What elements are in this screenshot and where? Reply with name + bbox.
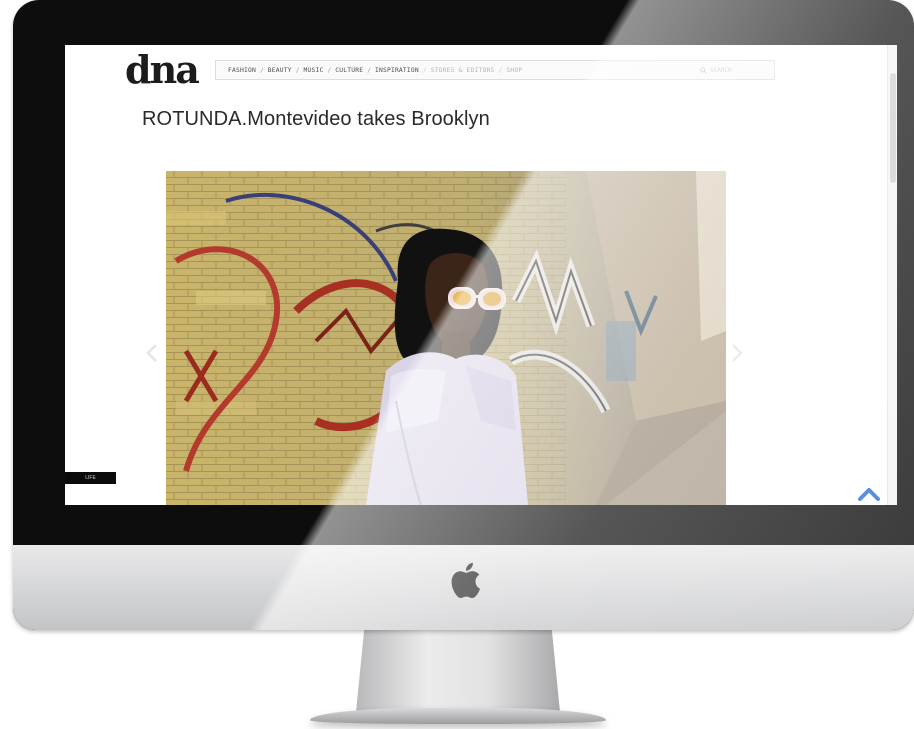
nav-item-inspiration[interactable]: INSPIRATION [375, 67, 419, 74]
chevron-right-icon[interactable] [730, 343, 744, 363]
monitor-stand-neck [356, 630, 560, 712]
chevron-up-icon [858, 488, 880, 501]
nav-separator: / [295, 66, 300, 74]
main-navigation: FASHION / BEAUTY / MUSIC / CULTURE / INS… [215, 60, 775, 80]
nav-item-fashion[interactable]: FASHION [228, 67, 256, 74]
imac-monitor: dna FASHION / BEAUTY / MUSIC / CULTURE /… [13, 0, 914, 630]
nav-separator: / [259, 66, 264, 74]
search-icon [700, 66, 707, 74]
nav-separator: / [498, 66, 503, 74]
back-to-top-button[interactable] [857, 485, 881, 503]
nav-item-culture[interactable]: CULTURE [335, 67, 363, 74]
side-tab[interactable]: LIFE [65, 472, 116, 484]
search-placeholder: SEARCH [710, 66, 732, 74]
nav-item-music[interactable]: MUSIC [303, 67, 323, 74]
nav-item-beauty[interactable]: BEAUTY [268, 67, 292, 74]
scrollbar-thumb[interactable] [890, 73, 896, 183]
photo-woman-graffiti-wall [166, 171, 726, 505]
search-field[interactable]: SEARCH [700, 64, 770, 76]
apple-logo-icon [451, 562, 480, 599]
monitor-stand-base [310, 708, 606, 724]
site-logo[interactable]: dna [125, 48, 200, 92]
gallery-image[interactable] [166, 171, 726, 505]
nav-separator: / [367, 66, 371, 74]
nav-item-stores-editors[interactable]: STORES & EDITORS [431, 67, 495, 74]
article-title: ROTUNDA.Montevideo takes Brooklyn [142, 108, 490, 130]
browser-viewport: dna FASHION / BEAUTY / MUSIC / CULTURE /… [65, 45, 897, 505]
nav-separator: / [422, 66, 427, 74]
nav-separator: / [327, 66, 332, 74]
chevron-left-icon[interactable] [145, 343, 159, 363]
vertical-scrollbar[interactable] [887, 45, 897, 505]
nav-item-shop[interactable]: SHOP [506, 67, 522, 74]
